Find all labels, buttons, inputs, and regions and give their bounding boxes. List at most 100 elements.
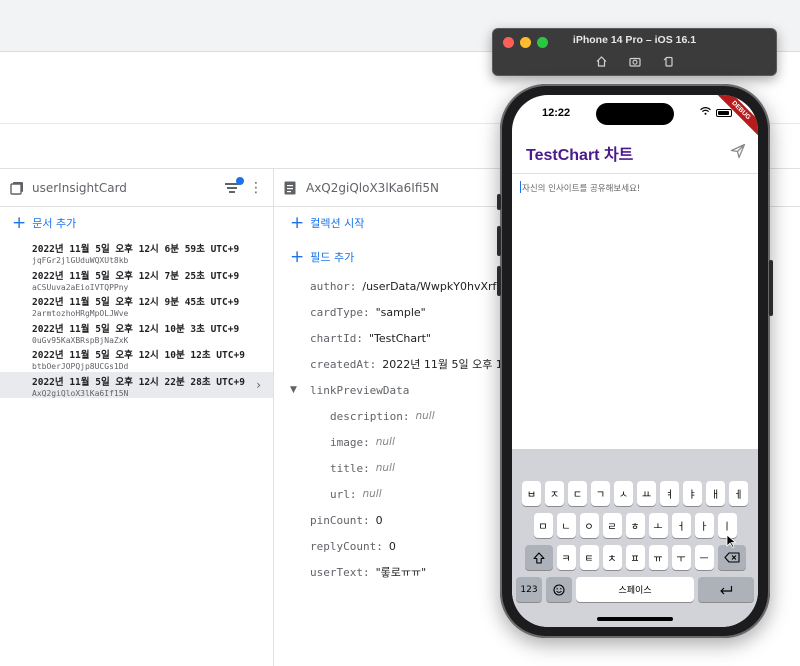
key[interactable]: ㅁ bbox=[533, 513, 553, 538]
key[interactable]: ㅗ bbox=[648, 513, 668, 538]
insight-text-input[interactable]: 자신의 인사이트를 공유해보세요! bbox=[512, 173, 758, 449]
document-item[interactable]: 2022년 11월 5일 오후 12시 7분 25초 UTC+9 aCSUuva… bbox=[32, 266, 273, 293]
field-key: userText bbox=[310, 565, 363, 579]
document-item[interactable]: 2022년 11월 5일 오후 12시 10분 3초 UTC+9 0uGv95K… bbox=[32, 319, 273, 346]
key[interactable]: ㅌ bbox=[579, 545, 599, 570]
collection-panel: userInsightCard ⋮ + 문서 추가 2022년 11월 5일 오… bbox=[0, 169, 274, 666]
status-icons bbox=[700, 107, 732, 118]
document-id: aCSUuva2aEioIVTQPPny bbox=[32, 282, 129, 292]
document-date: 2022년 11월 5일 오후 12시 10분 3초 UTC+9 bbox=[32, 323, 240, 335]
field-key: cardType bbox=[310, 305, 363, 319]
field-key: image bbox=[330, 435, 364, 449]
key[interactable]: ㅍ bbox=[625, 545, 645, 570]
document-date: 2022년 11월 5일 오후 12시 10분 12초 UTC+9 bbox=[32, 350, 245, 361]
key[interactable]: ㅐ bbox=[706, 481, 725, 506]
phone-screen: 12:22 DEBUG TestChart 차트 자신의 인사이트를 공유해보세… bbox=[512, 95, 758, 627]
field-value: "TestChart" bbox=[368, 331, 431, 345]
status-bar: 12:22 DEBUG bbox=[512, 95, 758, 140]
field-key: url bbox=[330, 487, 350, 501]
document-date: 2022년 11월 5일 오후 12시 7분 25초 UTC+9 bbox=[32, 270, 240, 282]
key[interactable]: ㅈ bbox=[545, 481, 564, 506]
home-indicator[interactable] bbox=[597, 617, 673, 621]
add-document-button[interactable]: + 문서 추가 bbox=[0, 207, 273, 239]
dynamic-island bbox=[596, 103, 674, 125]
field-value: null bbox=[375, 436, 395, 448]
key[interactable]: ㄷ bbox=[568, 481, 587, 506]
key[interactable]: ㅕ bbox=[660, 481, 679, 506]
field-key: description bbox=[330, 409, 403, 423]
key[interactable]: ㄹ bbox=[602, 513, 622, 538]
plus-icon: + bbox=[290, 247, 305, 267]
app-title: TestChart 차트 bbox=[526, 147, 634, 164]
key[interactable]: ㅑ bbox=[683, 481, 702, 506]
field-value: /userData/WwpkY0hvXrfW bbox=[362, 279, 508, 293]
document-id: 0uGv95KaXBRspBjNaZxK bbox=[32, 335, 129, 345]
status-time: 12:22 bbox=[542, 107, 571, 119]
key[interactable]: ㄴ bbox=[556, 513, 576, 538]
document-item[interactable]: 2022년 11월 5일 오후 12시 6분 59초 UTC+9 jqFGr2j… bbox=[32, 239, 273, 266]
filter-icon[interactable] bbox=[225, 176, 244, 195]
text-cursor bbox=[520, 181, 521, 193]
home-icon[interactable] bbox=[596, 56, 607, 70]
key[interactable]: ㄱ bbox=[591, 481, 610, 506]
document-date: 2022년 11월 5일 오후 12시 22분 28초 UTC+9 bbox=[32, 376, 245, 388]
key[interactable]: ㅔ bbox=[729, 481, 748, 506]
field-key: author bbox=[310, 279, 350, 293]
field-value: "롷로ㅠㅠ" bbox=[375, 566, 427, 579]
field-value: null bbox=[362, 488, 382, 500]
mouse-cursor-icon bbox=[726, 534, 737, 551]
document-item-selected[interactable]: 2022년 11월 5일 오후 12시 22분 28초 UTC+9 AxQ2gi… bbox=[0, 371, 273, 398]
key[interactable]: ㅛ bbox=[637, 481, 656, 506]
add-document-label: 문서 추가 bbox=[32, 217, 77, 230]
space-key[interactable]: 스페이스 bbox=[576, 577, 694, 602]
field-value: 0 bbox=[388, 539, 396, 553]
field-value: 2022년 11월 5일 오후 12 bbox=[382, 358, 510, 371]
field-key: replyCount bbox=[310, 539, 377, 553]
return-key[interactable] bbox=[698, 577, 754, 602]
korean-keyboard: ㅂ ㅈ ㄷ ㄱ ㅅ ㅛ ㅕ ㅑ ㅐ ㅔ ㅁ ㄴ ㅇ ㄹ ㅎ ㅗ ㅓ ㅏ ㅣ ㅋ … bbox=[512, 449, 758, 627]
plus-icon: + bbox=[290, 213, 305, 233]
more-vert-icon[interactable]: ⋮ bbox=[249, 181, 263, 195]
shift-key[interactable] bbox=[524, 545, 553, 570]
document-icon bbox=[284, 181, 298, 195]
key[interactable]: ㅎ bbox=[625, 513, 645, 538]
key[interactable]: ㅊ bbox=[602, 545, 622, 570]
emoji-key[interactable] bbox=[546, 577, 572, 602]
simulator-title: iPhone 14 Pro – iOS 16.1 bbox=[572, 34, 697, 46]
battery-icon bbox=[716, 108, 732, 117]
start-collection-label: 컬렉션 시작 bbox=[310, 217, 365, 230]
simulator-titlebar[interactable]: iPhone 14 Pro – iOS 16.1 bbox=[492, 28, 777, 76]
field-value: null bbox=[375, 462, 395, 474]
document-id: jqFGr2jlGUduWQXUt8kb bbox=[32, 256, 129, 265]
send-icon[interactable] bbox=[730, 143, 746, 159]
key[interactable]: ㅡ bbox=[694, 545, 714, 570]
document-item[interactable]: 2022년 11월 5일 오후 12시 9분 45초 UTC+9 2armtoz… bbox=[32, 292, 273, 319]
screenshot-icon[interactable] bbox=[628, 56, 641, 70]
iphone-frame: 12:22 DEBUG TestChart 차트 자신의 인사이트를 공유해보세… bbox=[497, 84, 773, 638]
key[interactable]: ㅜ bbox=[671, 545, 691, 570]
rotate-icon[interactable] bbox=[663, 56, 674, 70]
keyboard-row-2: ㅁ ㄴ ㅇ ㄹ ㅎ ㅗ ㅓ ㅏ ㅣ bbox=[512, 513, 758, 538]
key[interactable]: ㅅ bbox=[614, 481, 633, 506]
key[interactable]: ㅇ bbox=[579, 513, 599, 538]
key[interactable]: ㅠ bbox=[648, 545, 668, 570]
document-id: AxQ2giQloX3lKa6If15N bbox=[32, 388, 129, 398]
collection-icon bbox=[10, 181, 24, 195]
collection-header: userInsightCard ⋮ bbox=[0, 169, 273, 207]
emoji-icon bbox=[553, 583, 565, 596]
key[interactable]: ㅓ bbox=[671, 513, 691, 538]
field-value: "sample" bbox=[375, 305, 426, 319]
backspace-icon bbox=[723, 552, 740, 563]
key[interactable]: ㅂ bbox=[522, 481, 541, 506]
plus-icon: + bbox=[12, 213, 27, 233]
field-key: createdAt bbox=[310, 357, 370, 371]
key[interactable]: ㅏ bbox=[694, 513, 714, 538]
document-item[interactable]: 2022년 11월 5일 오후 12시 10분 12초 UTC+9 btbOer… bbox=[32, 345, 273, 372]
field-value: null bbox=[415, 410, 435, 422]
key[interactable]: ㅋ bbox=[556, 545, 576, 570]
field-key: title bbox=[330, 461, 364, 475]
numbers-key[interactable]: 123 bbox=[516, 577, 542, 602]
keyboard-row-1: ㅂ ㅈ ㄷ ㄱ ㅅ ㅛ ㅕ ㅑ ㅐ ㅔ bbox=[512, 481, 758, 506]
field-value: 0 bbox=[375, 513, 383, 527]
expand-caret-icon[interactable]: ▼ bbox=[290, 385, 297, 395]
